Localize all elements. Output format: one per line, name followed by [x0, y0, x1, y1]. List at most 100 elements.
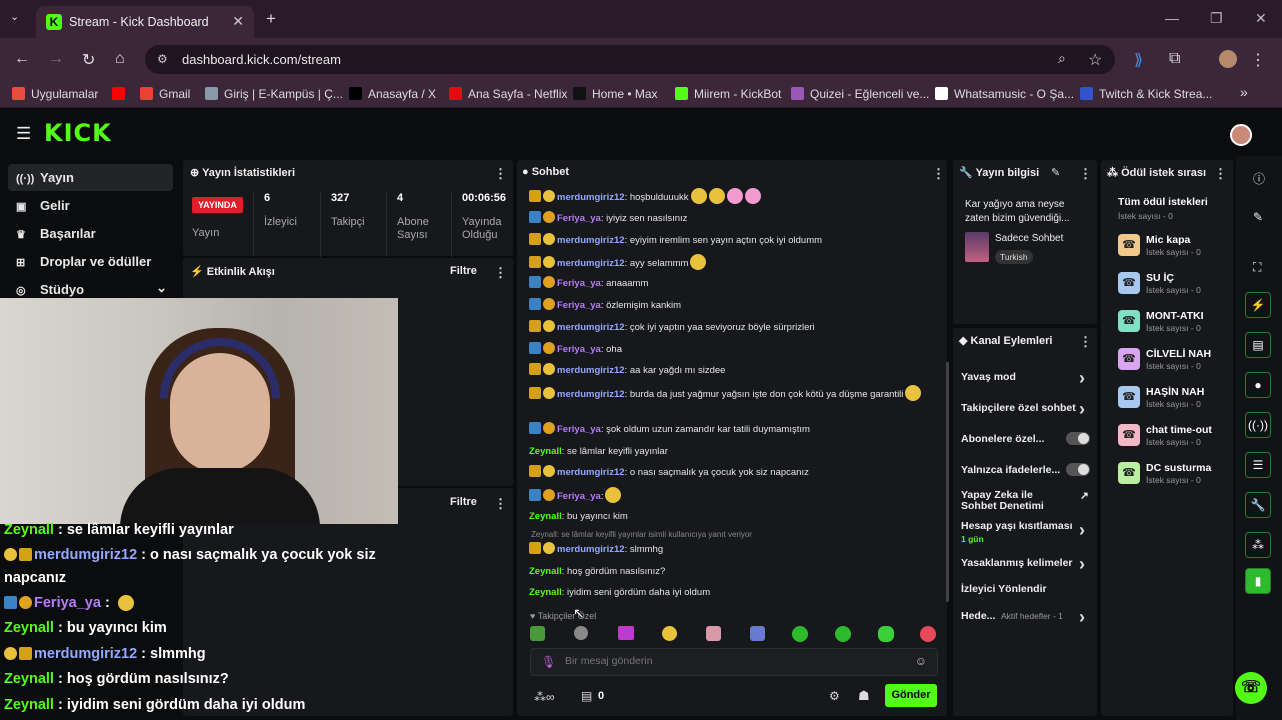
settings-gear-icon[interactable]: ⚙: [829, 689, 840, 703]
chat-username[interactable]: Feriya_ya: [557, 344, 601, 355]
chat-username[interactable]: merdumgiriz12: [557, 192, 625, 203]
kick-logo[interactable]: KICK: [44, 119, 112, 147]
bookmark-item[interactable]: [112, 87, 131, 101]
emote-icon[interactable]: [878, 626, 894, 642]
chat-input-box[interactable]: 🎙 ☺: [530, 648, 938, 676]
bookmark-star-icon[interactable]: ☆: [1088, 50, 1102, 70]
channel-action-item[interactable]: Abonelere özel...: [961, 432, 1091, 445]
toolbar-clipboard-button[interactable]: ▤: [1238, 332, 1278, 372]
reward-item[interactable]: ☎ CİLVELİ NAH İstek sayısı - 0: [1118, 348, 1230, 378]
home-icon[interactable]: ⌂: [115, 50, 125, 68]
close-window-icon[interactable]: ✕: [1255, 10, 1267, 27]
chat-username[interactable]: merdumgiriz12: [557, 235, 625, 246]
channel-action-item[interactable]: Yasaklanmış kelimeler ›: [961, 554, 1091, 574]
toolbar-tools-button[interactable]: 🔧: [1238, 492, 1278, 532]
activity-filter-button[interactable]: Filtre: [450, 265, 477, 277]
toolbar-community-button[interactable]: ⁂: [1238, 532, 1278, 572]
bookmark-item[interactable]: Home • Max: [573, 87, 658, 101]
more-bookmarks-icon[interactable]: »: [1240, 84, 1248, 100]
toolbar-broadcast-button[interactable]: ((·)): [1238, 412, 1278, 452]
channel-actions-menu-icon[interactable]: ⋮: [1079, 334, 1092, 350]
channel-action-item[interactable]: Takipçilere özel sohbet ›: [961, 399, 1091, 419]
emote-icon[interactable]: [750, 626, 765, 641]
user-avatar[interactable]: [1230, 124, 1252, 146]
close-tab-icon[interactable]: ✕: [232, 13, 244, 30]
emote-icon[interactable]: [835, 626, 851, 642]
restore-icon[interactable]: ❐: [1210, 10, 1223, 27]
chat-username[interactable]: merdumgiriz12: [557, 389, 625, 400]
bookmark-item[interactable]: Twitch & Kick Strea...: [1080, 87, 1212, 101]
chat-username[interactable]: Feriya_ya: [557, 278, 601, 289]
sidebar-item-droplar[interactable]: ⊞ Droplar ve ödüller: [8, 248, 173, 275]
sidebar-item-basarilar[interactable]: ♛ Başarılar: [8, 220, 173, 247]
emote-icon[interactable]: [530, 626, 545, 641]
channel-action-item[interactable]: İzleyici Yönlendir: [961, 583, 1091, 595]
toolbar-green-button[interactable]: ▮: [1238, 568, 1278, 608]
help-support-icon[interactable]: ☏: [1235, 672, 1267, 704]
gift-icon[interactable]: ▤: [581, 689, 592, 703]
chat-username[interactable]: merdumgiriz12: [557, 365, 625, 376]
channel-action-item[interactable]: Yalnızca ifadelerle...: [961, 463, 1091, 476]
reward-item[interactable]: ☎ MONT-ATKI İstek sayısı - 0: [1118, 310, 1230, 340]
emote-icon[interactable]: [920, 626, 936, 642]
stats-menu-icon[interactable]: ⋮: [494, 166, 507, 182]
info-icon[interactable]: ⓘ: [1253, 170, 1265, 187]
address-bar[interactable]: ⚙ dashboard.kick.com/stream: [145, 45, 1115, 74]
chat-input[interactable]: [565, 655, 905, 667]
bookmark-item[interactable]: Anasayfa / X: [349, 87, 436, 101]
chat-username[interactable]: Feriya_ya: [557, 213, 601, 224]
browser-tab[interactable]: K Stream - Kick Dashboard ✕: [36, 6, 254, 38]
chat-username[interactable]: Zeynall: [529, 446, 562, 457]
minimize-icon[interactable]: —: [1165, 10, 1179, 26]
rewards-menu-icon[interactable]: ⋮: [1214, 166, 1227, 182]
emote-icon[interactable]: [792, 626, 808, 642]
bookmark-item[interactable]: Giriş | E-Kampüs | Ç...: [205, 87, 343, 101]
community-icon[interactable]: ⁂∞: [534, 690, 555, 704]
zoom-icon[interactable]: ⌕: [1058, 50, 1066, 67]
channel-action-item[interactable]: Yavaş mod ›: [961, 368, 1091, 388]
bookmark-item[interactable]: Whatsamusic - O Şa...: [935, 87, 1074, 101]
bookmark-item[interactable]: Ana Sayfa - Netflix: [449, 87, 567, 101]
activity-menu-icon[interactable]: ⋮: [494, 265, 507, 281]
reward-item[interactable]: ☎ HAŞİN NAH İstek sayısı - 0: [1118, 386, 1230, 416]
site-info-icon[interactable]: ⚙: [157, 52, 168, 66]
chat-username[interactable]: Feriya_ya: [557, 491, 601, 502]
emoji-picker-icon[interactable]: ☺: [915, 654, 927, 668]
chat-username[interactable]: merdumgiriz12: [557, 322, 625, 333]
chat-username[interactable]: merdumgiriz12: [557, 467, 625, 478]
chat-username[interactable]: Zeynall: [529, 511, 562, 522]
channel-action-item[interactable]: Hesap yaşı kısıtlaması 1 gün ›: [961, 520, 1091, 544]
chat-username[interactable]: merdumgiriz12: [557, 258, 625, 269]
extensions-icon[interactable]: ⧉: [1169, 50, 1180, 68]
fullscreen-icon[interactable]: ⛶: [1253, 260, 1261, 275]
tab-list-icon[interactable]: ⌄: [10, 10, 19, 23]
edit-icon[interactable]: ✎: [1253, 210, 1263, 224]
reward-item[interactable]: ☎ DC susturma İstek sayısı - 0: [1118, 462, 1230, 492]
emote-icon[interactable]: [706, 626, 721, 641]
forward-icon[interactable]: →: [48, 50, 64, 68]
reload-icon[interactable]: ↻: [82, 50, 95, 70]
bookmark-item[interactable]: Uygulamalar: [12, 87, 98, 101]
new-tab-icon[interactable]: +: [266, 9, 276, 29]
back-icon[interactable]: ←: [14, 50, 30, 68]
lower-menu-icon[interactable]: ⋮: [494, 496, 507, 512]
send-button[interactable]: Gönder: [885, 684, 937, 707]
extension-icon[interactable]: ⟫: [1134, 50, 1143, 70]
reward-item[interactable]: ☎ Mic kapa İstek sayısı - 0: [1118, 234, 1230, 264]
toggle-switch[interactable]: [1066, 432, 1090, 445]
chat-menu-icon[interactable]: ⋮: [932, 166, 945, 182]
emote-icon[interactable]: [618, 626, 634, 640]
menu-icon[interactable]: ⋮: [1250, 50, 1266, 70]
bookmark-item[interactable]: Gmail: [140, 87, 190, 101]
chat-username[interactable]: Feriya_ya: [557, 300, 601, 311]
bookmark-item[interactable]: Miirem - KickBot: [675, 87, 781, 101]
profile-avatar[interactable]: [1219, 50, 1237, 68]
reward-item[interactable]: ☎ SU İÇ İstek sayısı - 0: [1118, 272, 1230, 302]
users-icon[interactable]: ☗: [858, 688, 870, 704]
reward-item[interactable]: ☎ chat time-out İstek sayısı - 0: [1118, 424, 1230, 454]
channel-action-item[interactable]: Hede... Aktif hedefler - 1 ›: [961, 607, 1091, 627]
toolbar-stream-button[interactable]: ☰: [1238, 452, 1278, 492]
emote-icon[interactable]: [662, 626, 677, 641]
chat-username[interactable]: Feriya_ya: [557, 424, 601, 435]
emote-icon[interactable]: [574, 626, 588, 640]
